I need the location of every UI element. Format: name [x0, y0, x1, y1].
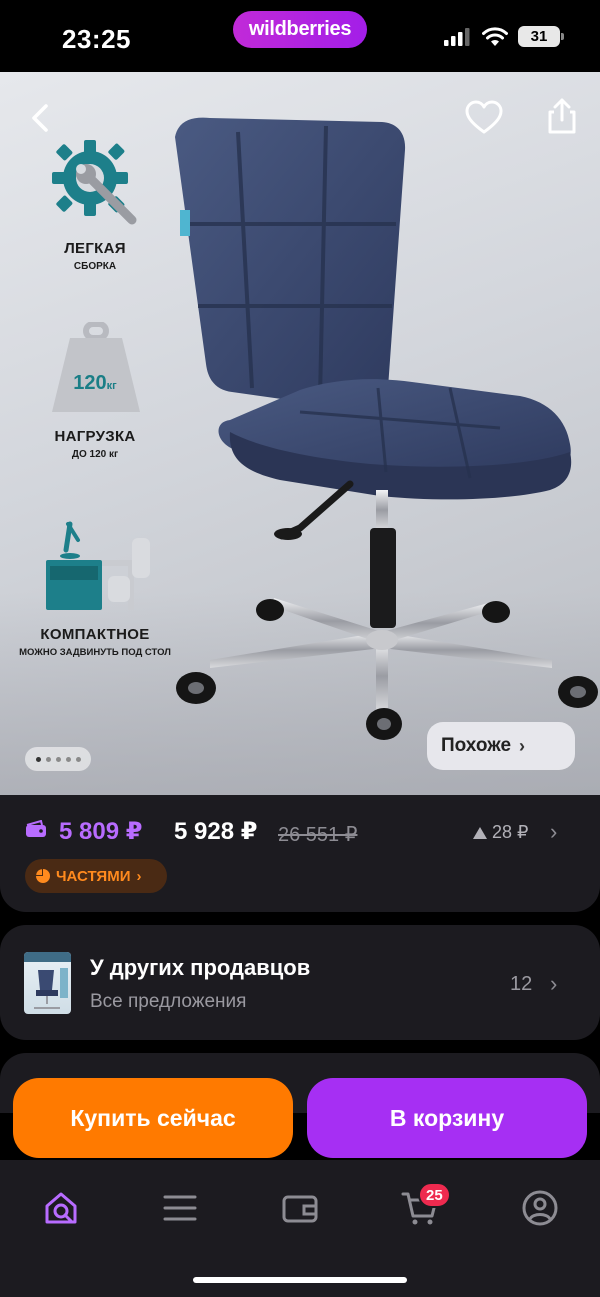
status-icons: 31: [444, 26, 564, 47]
feature-easy-assembly: ЛЕГКАЯ СБОРКА: [30, 134, 160, 272]
feature-title: НАГРУЗКА: [54, 428, 136, 445]
sellers-title: У других продавцов: [90, 955, 311, 980]
installments-button[interactable]: ЧАСТЯМИ ›: [25, 859, 167, 893]
brand-logo[interactable]: wildberries: [233, 11, 367, 48]
carousel-dot[interactable]: [65, 756, 71, 762]
bottom-tab-bar: 25: [0, 1160, 600, 1297]
seller-product-thumbnail: [24, 952, 71, 1014]
feature-load: НАГРУЗКА ДО 120 кг: [30, 322, 160, 460]
carousel-dot[interactable]: [45, 756, 51, 762]
old-price: 26 551 ₽: [278, 824, 358, 846]
other-sellers-card[interactable]: У других продавцов Все предложения 12 ›: [0, 925, 600, 1040]
sellers-count: 12: [510, 973, 533, 995]
current-price: 5 928 ₽: [174, 818, 258, 845]
price-card: 5 809 ₽ 5 928 ₽ 26 551 ₽ 28 ₽ › ЧАСТЯМИ …: [0, 795, 600, 912]
chevron-right-icon: ›: [519, 735, 526, 756]
product-photo-chair: [175, 117, 598, 740]
carousel-dot[interactable]: [75, 756, 81, 762]
product-image-carousel[interactable]: ЛЕГКАЯ СБОРКА 120кг НАГРУЗКА ДО 120 кг К…: [0, 72, 600, 795]
wallet-icon[interactable]: [280, 1188, 320, 1228]
buy-now-button[interactable]: Купить сейчас: [13, 1078, 293, 1158]
price-history-button[interactable]: 28 ₽: [472, 822, 528, 843]
similar-button[interactable]: Похоже ›: [427, 722, 575, 770]
home-search-icon[interactable]: [41, 1188, 81, 1228]
home-indicator: [193, 1277, 407, 1283]
battery-icon: 31: [518, 26, 564, 47]
status-time: 23:25: [62, 24, 131, 54]
wallet-icon: [26, 820, 46, 837]
carousel-dot[interactable]: [55, 756, 61, 762]
carousel-dot[interactable]: [35, 756, 41, 762]
back-icon[interactable]: [22, 98, 62, 138]
wallet-price: 5 809 ₽: [59, 818, 143, 845]
feature-subtitle: СБОРКА: [73, 261, 117, 272]
chevron-right-icon[interactable]: ›: [550, 819, 557, 845]
pie-chart-icon: [36, 869, 50, 883]
menu-icon[interactable]: [160, 1188, 200, 1228]
price-change-value: 28 ₽: [492, 822, 529, 842]
installments-label: ЧАСТЯМИ: [56, 867, 131, 885]
signal-icon: [444, 27, 470, 46]
triangle-up-icon: [473, 826, 487, 839]
profile-icon[interactable]: [520, 1188, 560, 1228]
cart-count-badge: 25: [418, 1182, 451, 1208]
similar-label: Похоже: [441, 735, 512, 756]
add-to-cart-button[interactable]: В корзину: [307, 1078, 587, 1158]
sellers-subtitle: Все предложения: [90, 991, 247, 1012]
status-bar: 23:25 wildberries 31: [0, 0, 600, 72]
chevron-right-icon: ›: [136, 867, 142, 885]
chevron-right-icon: ›: [550, 971, 558, 996]
carousel-indicator[interactable]: [25, 747, 91, 771]
feature-title: ЛЕГКАЯ: [64, 240, 126, 257]
feature-subtitle: ДО 120 кг: [71, 449, 119, 460]
wifi-icon: [482, 27, 508, 46]
